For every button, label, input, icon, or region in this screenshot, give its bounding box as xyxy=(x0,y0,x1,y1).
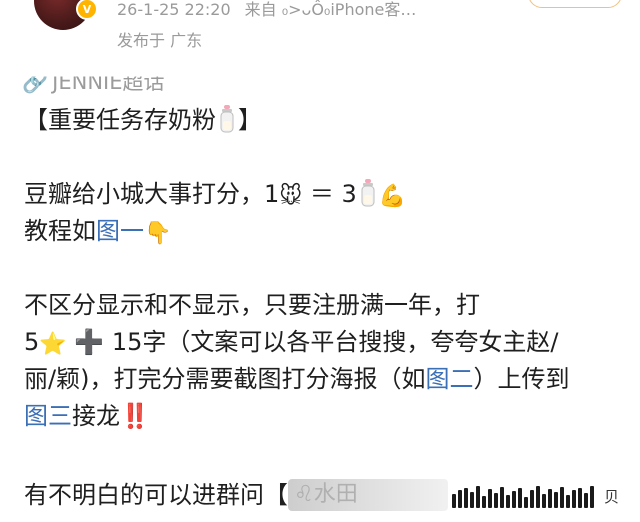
post-timestamp: 26-1-25 22:20 xyxy=(117,0,231,19)
supertopic-link[interactable]: 🔗 JENNIE超话 xyxy=(22,70,165,97)
line-text: 有不明白的可以进群问 xyxy=(24,481,264,509)
baby-bottle-icon xyxy=(361,179,375,207)
supertopic-label: JENNIE超话 xyxy=(52,70,165,95)
post-source[interactable]: 来自 ₀>ᴗÔ₀iPhone客… xyxy=(245,0,417,19)
post-meta: 26-1-25 22:20 来自 ₀>ᴗÔ₀iPhone客… xyxy=(117,0,430,20)
line-text: 丽/颖)，打完分需要截图打分海报（如 xyxy=(24,365,426,393)
post-title: 【重要任务存奶粉】 xyxy=(24,104,262,136)
line-text: 教程如 xyxy=(24,217,96,245)
double-exclamation-icon: ‼️ xyxy=(120,402,150,430)
title-text: 【重要任务存奶粉 xyxy=(24,106,216,134)
post-line-screenshot: 丽/颖)，打完分需要截图打分海报（如图二）上传到 xyxy=(24,363,569,395)
link-icon: 🔗 xyxy=(22,70,49,95)
line-text: ➕ 15字（文案可以各平台搜搜，夸夸女主赵/ xyxy=(66,328,559,356)
image-two-link[interactable]: 图二 xyxy=(425,365,473,393)
line-text: 不区分显示和不显示，只要注册满一年，打 xyxy=(24,291,480,319)
image-three-link[interactable]: 图三 xyxy=(24,402,72,430)
line-text: 豆瓣给小城大事打分，1 xyxy=(24,180,280,208)
flexed-biceps-icon: 💪 xyxy=(378,184,407,209)
group-chip-blurred[interactable]: ♌水田 xyxy=(288,479,448,511)
image-one-link[interactable]: 图一 xyxy=(96,217,144,245)
baby-bottle-icon xyxy=(220,105,234,133)
star-count: 5 xyxy=(24,328,40,356)
title-close: 】 xyxy=(238,106,262,134)
line-tail: ）上传到 xyxy=(473,365,570,393)
signal-bars-icon xyxy=(452,486,594,508)
post-line-rating: 豆瓣给小城大事打分，1🐭 ＝ 3 💪 xyxy=(24,178,406,213)
post-line-tutorial: 教程如图一👇 xyxy=(24,215,171,250)
post-line-relay: 图三接龙‼️ xyxy=(24,400,150,432)
line-text: 接龙 xyxy=(72,402,120,430)
watermark-text: 贝 xyxy=(604,488,620,506)
equals-text: ＝ 3 xyxy=(302,180,357,208)
post-line-stars: 5⭐ ➕ 15字（文案可以各平台搜搜，夸夸女主赵/ xyxy=(24,326,558,361)
verified-badge-icon: V xyxy=(76,0,98,20)
follow-button[interactable] xyxy=(528,0,622,8)
bracket-text: 【 xyxy=(264,481,288,509)
mouse-icon: 🐭 xyxy=(279,184,303,209)
point-down-icon: 👇 xyxy=(144,221,172,246)
star-icon: ⭐ xyxy=(39,332,67,357)
post-line-instructions: 不区分显示和不显示，只要注册满一年，打 xyxy=(24,289,480,321)
post-location: 发布于 广东 xyxy=(117,31,203,50)
post-line-group: 有不明白的可以进群问【 xyxy=(24,479,288,511)
